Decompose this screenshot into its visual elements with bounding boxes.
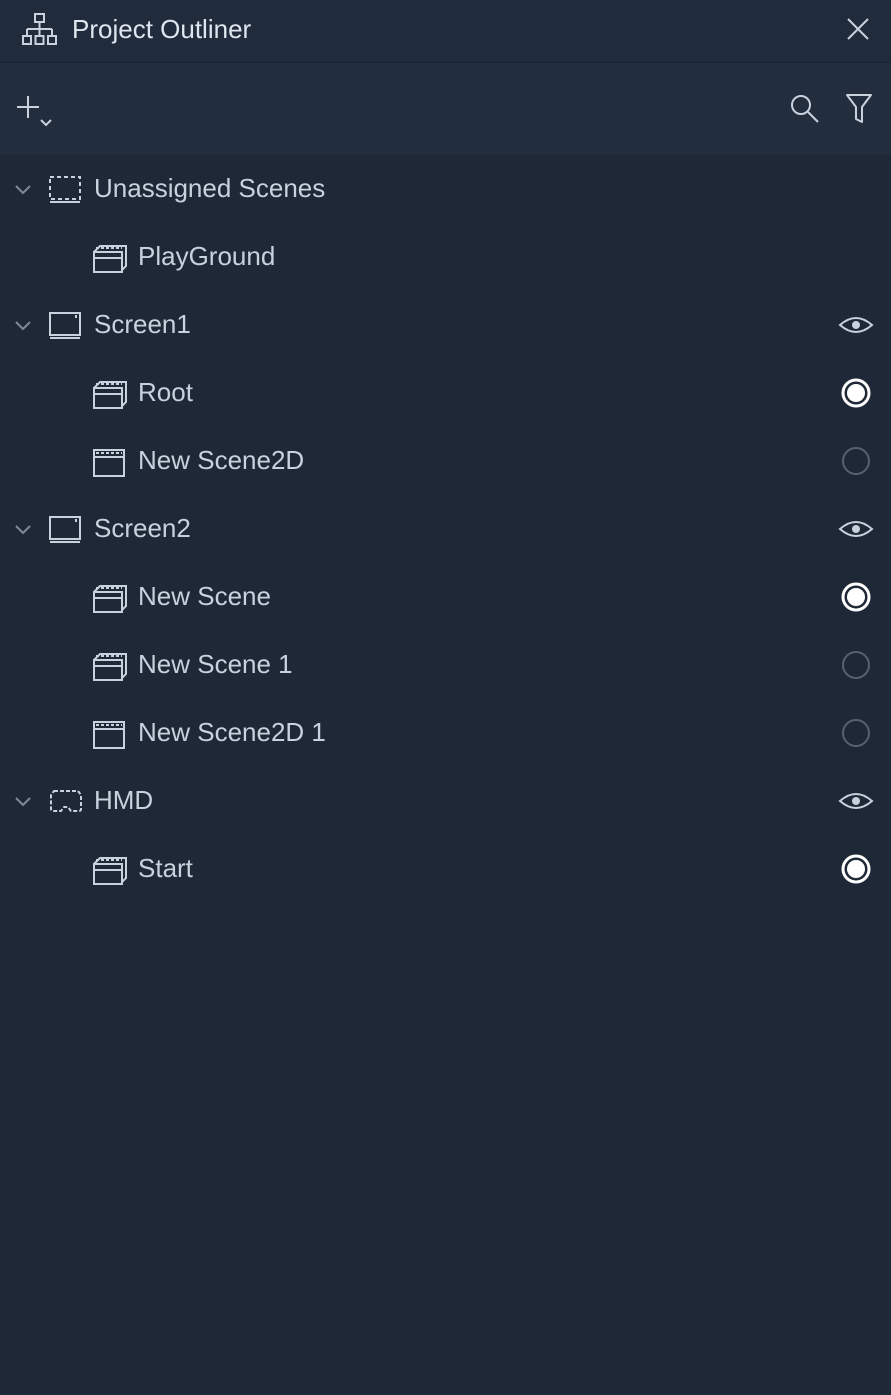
hierarchy-icon — [22, 13, 57, 45]
scene-2d-icon — [92, 719, 128, 751]
tree-group-row[interactable]: Screen2 — [0, 495, 891, 563]
toolbar — [0, 63, 891, 155]
active-scene-radio-selected[interactable] — [840, 581, 872, 613]
scene-label: New Scene2D — [138, 445, 305, 475]
panel-title: Project Outliner — [72, 14, 252, 44]
tree-scene-row[interactable]: Root — [0, 359, 891, 427]
group-label: Screen2 — [94, 513, 191, 543]
hmd-icon — [48, 785, 84, 817]
scene-label: Root — [138, 377, 193, 407]
add-dropdown-icon[interactable] — [14, 93, 56, 133]
active-scene-radio[interactable] — [840, 445, 872, 477]
title-bar: Project Outliner — [0, 0, 891, 63]
active-scene-radio-selected[interactable] — [840, 377, 872, 409]
filter-icon[interactable] — [845, 91, 873, 125]
visibility-eye-icon[interactable] — [838, 515, 874, 543]
active-scene-radio[interactable] — [840, 717, 872, 749]
tree-scene-row[interactable]: New Scene2D — [0, 427, 891, 495]
tree-scene-row[interactable]: Start — [0, 835, 891, 903]
chevron-down-icon[interactable] — [12, 180, 34, 198]
scene-3d-icon — [92, 855, 128, 887]
scene-3d-icon — [92, 651, 128, 683]
visibility-eye-icon[interactable] — [838, 787, 874, 815]
chevron-down-icon[interactable] — [12, 316, 34, 334]
tree-scene-row[interactable]: New Scene — [0, 563, 891, 631]
tree-group-row[interactable]: Screen1 — [0, 291, 891, 359]
scene-2d-icon — [92, 447, 128, 479]
chevron-down-icon[interactable] — [12, 792, 34, 810]
group-label: Unassigned Scenes — [94, 173, 326, 203]
scene-3d-icon — [92, 243, 128, 275]
tree-scene-row[interactable]: New Scene2D 1 — [0, 699, 891, 767]
scene-3d-icon — [92, 379, 128, 411]
active-scene-radio[interactable] — [840, 649, 872, 681]
close-icon[interactable] — [845, 16, 871, 42]
scene-label: New Scene2D 1 — [138, 717, 326, 747]
tree-group-row[interactable]: Unassigned Scenes — [0, 155, 891, 223]
scene-label: Start — [138, 853, 193, 883]
unassigned-screen-icon — [48, 173, 84, 205]
tree-scene-row[interactable]: New Scene 1 — [0, 631, 891, 699]
active-scene-radio-selected[interactable] — [840, 853, 872, 885]
visibility-eye-icon[interactable] — [838, 311, 874, 339]
tree-group-row[interactable]: HMD — [0, 767, 891, 835]
screen-icon — [48, 309, 84, 341]
search-icon[interactable] — [789, 91, 821, 125]
scene-3d-icon — [92, 583, 128, 615]
outliner-tree: Unassigned Scenes PlayGround Screen1 Root Ne… — [0, 155, 891, 903]
scene-label: New Scene 1 — [138, 649, 293, 679]
tree-scene-row[interactable]: PlayGround — [0, 223, 891, 291]
scene-label: New Scene — [138, 581, 271, 611]
screen-icon — [48, 513, 84, 545]
chevron-down-icon[interactable] — [12, 520, 34, 538]
group-label: HMD — [94, 785, 154, 815]
scene-label: PlayGround — [138, 241, 276, 271]
group-label: Screen1 — [94, 309, 191, 339]
